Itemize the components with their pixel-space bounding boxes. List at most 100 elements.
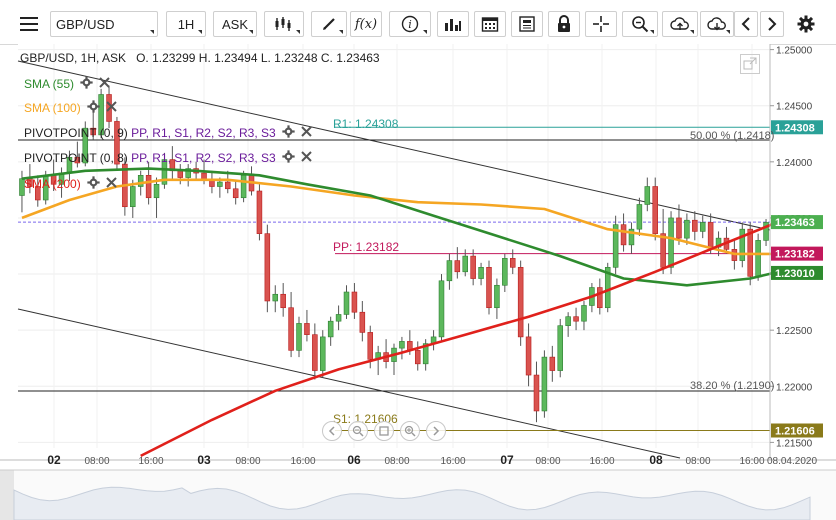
news-icon[interactable] bbox=[511, 11, 543, 37]
indicator-sma55[interactable]: SMA (55) bbox=[24, 76, 110, 92]
navigator bbox=[0, 469, 836, 520]
candle-body bbox=[351, 291, 358, 313]
price-type-selector[interactable]: ASK bbox=[213, 11, 257, 37]
price-tick-label: 1.22000 bbox=[776, 382, 813, 393]
scroll-left-icon[interactable] bbox=[322, 421, 342, 441]
candle-body bbox=[446, 260, 453, 282]
fib382-label: 38.20 % (1.2190) bbox=[690, 380, 775, 392]
scroll-right-icon[interactable] bbox=[426, 421, 446, 441]
candle-body bbox=[312, 334, 318, 371]
reset-zoom-icon[interactable] bbox=[374, 421, 394, 441]
price-box-label: 1.23010 bbox=[775, 268, 815, 280]
candle-body bbox=[707, 222, 714, 248]
candle-body bbox=[755, 240, 761, 277]
calendar-icon[interactable] bbox=[474, 11, 506, 37]
close-icon[interactable] bbox=[105, 177, 117, 191]
indicator-label: SMA (55) bbox=[24, 77, 75, 91]
candle bbox=[486, 260, 492, 315]
candle bbox=[541, 350, 548, 418]
timeframe-selector[interactable]: 1H bbox=[166, 11, 206, 37]
time-tick-label: 16:00 bbox=[138, 456, 163, 467]
candle-body bbox=[177, 170, 184, 178]
candle-body bbox=[565, 316, 571, 326]
indicator-levels: PP, R1, S1, R2, S2, R3, S3 bbox=[131, 151, 276, 165]
candle bbox=[517, 260, 524, 346]
price-type-label: ASK bbox=[221, 16, 248, 32]
candle-body bbox=[414, 350, 421, 365]
time-tick-label: 16:00 bbox=[290, 456, 315, 467]
candle-body bbox=[296, 323, 302, 351]
indicator-label: SMA (100) bbox=[24, 101, 81, 115]
lock-icon[interactable] bbox=[548, 11, 580, 37]
candle-type-button[interactable] bbox=[264, 11, 304, 37]
indicator-sma200[interactable]: SMA (200) bbox=[24, 176, 117, 192]
volume-icon[interactable] bbox=[437, 11, 469, 37]
chevron-right-icon[interactable] bbox=[760, 11, 784, 37]
candle-body bbox=[137, 175, 144, 187]
time-tick-label: 16:00 bbox=[739, 456, 764, 467]
candle-body bbox=[264, 233, 271, 302]
indicator-sma100[interactable]: SMA (100) bbox=[24, 100, 117, 116]
indicator-levels: PP, R1, S1, R2, S2, R3, S3 bbox=[131, 126, 276, 140]
gear-icon[interactable] bbox=[80, 76, 93, 92]
indicator-label: PIVOTPOINT (0, 9) bbox=[24, 126, 128, 140]
gear-icon[interactable] bbox=[282, 125, 295, 141]
close-icon[interactable] bbox=[300, 126, 312, 140]
crosshair-icon[interactable] bbox=[585, 11, 617, 37]
indicators-button[interactable]: f(x) bbox=[350, 11, 382, 37]
gear-icon[interactable] bbox=[87, 100, 100, 116]
indicator-pivot-9[interactable]: PIVOTPOINT (0, 9) PP, R1, S1, R2, S2, R3… bbox=[24, 125, 312, 141]
candle-body bbox=[660, 233, 666, 268]
cloud-upload-icon[interactable] bbox=[662, 11, 698, 37]
time-tick-label: 08:00 bbox=[535, 456, 560, 467]
ohlc-info: GBP/USD, 1H, ASK O. 1.23299 H. 1.23494 L… bbox=[20, 51, 380, 65]
candle-body bbox=[343, 291, 350, 315]
chart-canvas[interactable]: 1.250001.245001.240001.235001.230001.225… bbox=[0, 44, 836, 520]
time-tick-label: 03 bbox=[197, 453, 211, 467]
toolbar: GBP/USD 1H ASK f(x) i bbox=[0, 0, 836, 45]
zoom-out-icon[interactable] bbox=[348, 421, 368, 441]
candle-body bbox=[454, 260, 461, 273]
menu-icon[interactable] bbox=[13, 11, 45, 37]
time-tick-label: 08:00 bbox=[384, 456, 409, 467]
candle-body bbox=[668, 217, 674, 268]
candle-body bbox=[240, 175, 247, 199]
price-tick-label: 1.25000 bbox=[776, 46, 813, 57]
candle-body bbox=[509, 258, 516, 268]
candle-body bbox=[502, 258, 508, 286]
candle bbox=[438, 274, 445, 342]
draw-tool-button[interactable] bbox=[311, 11, 347, 37]
time-axis: 02 08:00 16:00 03 08:00 16:00 06 08:00 16:00 07 08… bbox=[0, 453, 836, 467]
chart-navigation bbox=[322, 421, 446, 441]
candle bbox=[320, 330, 326, 378]
expand-icon[interactable] bbox=[740, 54, 760, 74]
fx-label: f(x) bbox=[354, 16, 378, 32]
candle-body bbox=[676, 217, 682, 239]
close-icon[interactable] bbox=[300, 151, 312, 165]
time-tick-label: 08:00 bbox=[235, 456, 260, 467]
candle-body bbox=[438, 280, 445, 338]
zoom-icon[interactable] bbox=[622, 11, 658, 37]
info-icon[interactable]: i bbox=[389, 11, 431, 37]
candle-body bbox=[692, 219, 698, 232]
info-symbol: GBP/USD, 1H, ASK bbox=[20, 51, 127, 65]
time-tick-label: 08.04.2020 bbox=[767, 456, 817, 467]
cloud-download-icon[interactable] bbox=[700, 11, 734, 37]
candle-body bbox=[699, 222, 706, 232]
zoom-in-icon[interactable] bbox=[400, 421, 420, 441]
price-tick-label: 1.24000 bbox=[776, 158, 813, 169]
candle-body bbox=[225, 181, 231, 190]
candle-body bbox=[581, 305, 587, 322]
gear-icon[interactable] bbox=[282, 150, 295, 166]
close-icon[interactable] bbox=[99, 77, 110, 91]
gear-icon[interactable] bbox=[794, 11, 818, 37]
symbol-selector[interactable]: GBP/USD bbox=[50, 11, 158, 37]
close-icon[interactable] bbox=[105, 101, 117, 115]
indicator-pivot-8[interactable]: PIVOTPOINT (0, 8) PP, R1, S1, R2, S2, R3… bbox=[24, 150, 312, 166]
candle-body bbox=[652, 186, 658, 234]
timeframe-label: 1H bbox=[177, 16, 195, 32]
gear-icon[interactable] bbox=[87, 176, 100, 192]
chevron-left-icon[interactable] bbox=[734, 11, 758, 37]
candle-body bbox=[327, 320, 334, 338]
candle-body bbox=[367, 332, 374, 360]
